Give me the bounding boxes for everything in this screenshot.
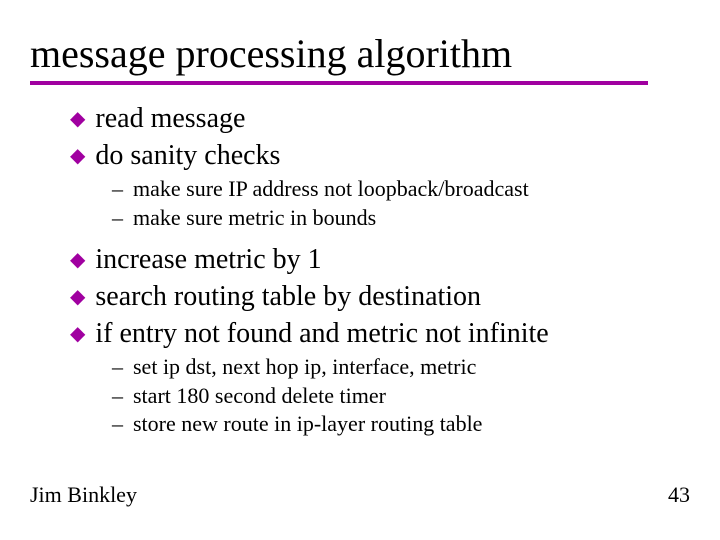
slide: message processing algorithm ◆ read mess… — [0, 0, 720, 540]
sub-bullet-text: make sure metric in bounds — [133, 204, 376, 233]
dash-icon: – — [112, 410, 123, 439]
title-underline — [30, 81, 648, 85]
bullet-search-table: ◆ search routing table by destination — [70, 279, 690, 314]
sub-bullet: – start 180 second delete timer — [112, 382, 690, 411]
sub-bullet: – make sure IP address not loopback/broa… — [112, 175, 690, 204]
sub-bullet: – set ip dst, next hop ip, interface, me… — [112, 353, 690, 382]
sub-bullet-text: set ip dst, next hop ip, interface, metr… — [133, 353, 476, 382]
slide-content: ◆ read message ◆ do sanity checks – make… — [30, 101, 690, 439]
diamond-icon: ◆ — [70, 107, 85, 132]
bullet-text: search routing table by destination — [95, 279, 481, 314]
bullet-text: read message — [95, 101, 245, 136]
sub-bullet: – make sure metric in bounds — [112, 204, 690, 233]
diamond-icon: ◆ — [70, 322, 85, 347]
sub-bullet-text: store new route in ip-layer routing tabl… — [133, 410, 482, 439]
dash-icon: – — [112, 175, 123, 204]
page-number: 43 — [668, 482, 690, 508]
bullet-increase-metric: ◆ increase metric by 1 — [70, 242, 690, 277]
bullet-read-message: ◆ read message — [70, 101, 690, 136]
dash-icon: – — [112, 382, 123, 411]
dash-icon: – — [112, 353, 123, 382]
bullet-text: do sanity checks — [95, 138, 280, 173]
diamond-icon: ◆ — [70, 144, 85, 169]
sub-bullet-text: start 180 second delete timer — [133, 382, 386, 411]
sub-bullets: – set ip dst, next hop ip, interface, me… — [70, 353, 690, 439]
bullet-entry-not-found: ◆ if entry not found and metric not infi… — [70, 316, 690, 351]
sub-bullet-text: make sure IP address not loopback/broadc… — [133, 175, 529, 204]
bullet-text: increase metric by 1 — [95, 242, 321, 277]
diamond-icon: ◆ — [70, 285, 85, 310]
bullet-text: if entry not found and metric not infini… — [95, 316, 548, 351]
dash-icon: – — [112, 204, 123, 233]
slide-title: message processing algorithm — [30, 30, 690, 77]
sub-bullets: – make sure IP address not loopback/broa… — [70, 175, 690, 232]
sub-bullet: – store new route in ip-layer routing ta… — [112, 410, 690, 439]
footer-author: Jim Binkley — [30, 482, 137, 508]
bullet-sanity-checks: ◆ do sanity checks — [70, 138, 690, 173]
diamond-icon: ◆ — [70, 248, 85, 273]
